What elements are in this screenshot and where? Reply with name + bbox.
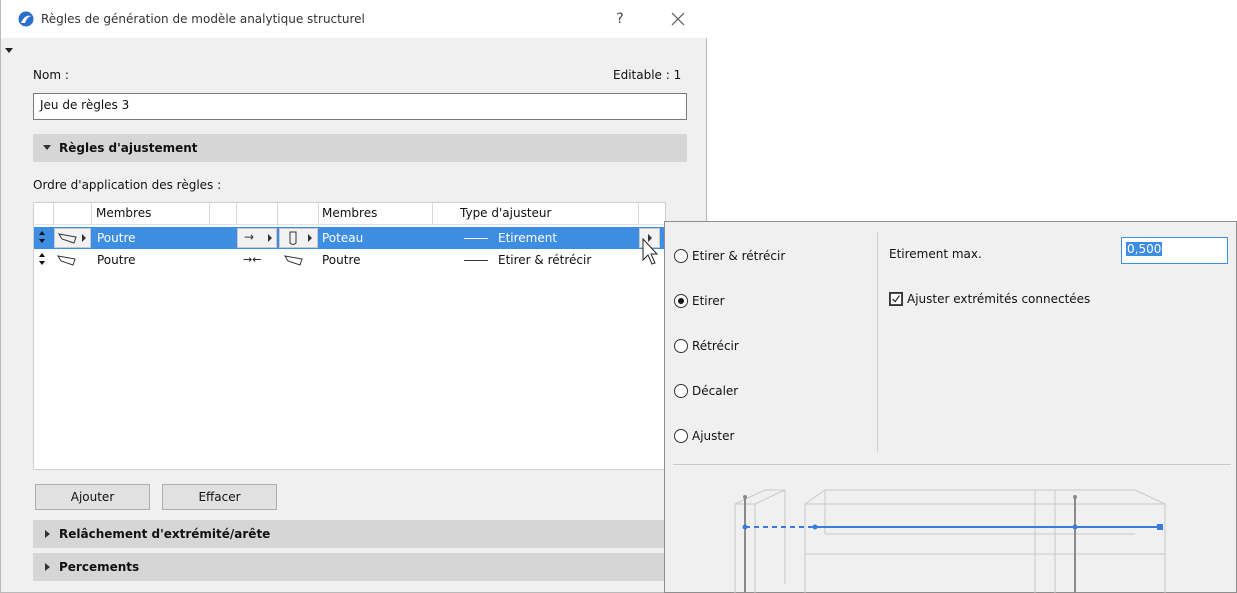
line-style-icon bbox=[464, 238, 488, 239]
collapsed-triangle-icon bbox=[45, 530, 50, 538]
column-header-members-b[interactable]: Membres bbox=[322, 206, 377, 220]
radio-label: Décaler bbox=[692, 384, 739, 398]
line-style-icon bbox=[464, 260, 488, 261]
rules-order-label: Ordre d'application des règles : bbox=[33, 178, 222, 192]
radio-stretch-shrink[interactable]: Etirer & rétrécir bbox=[674, 248, 785, 264]
rules-table-header: Membres Membres Type d'ajusteur bbox=[34, 203, 665, 225]
section-openings[interactable]: Percements bbox=[33, 553, 687, 581]
popup-divider bbox=[877, 232, 878, 452]
beam-icon bbox=[58, 233, 77, 244]
radio-stretch[interactable]: Etirer bbox=[674, 293, 725, 309]
rules-table: Membres Membres Type d'ajusteur Poutre → bbox=[33, 202, 666, 470]
add-button[interactable]: Ajouter bbox=[35, 484, 150, 510]
radio-offset[interactable]: Décaler bbox=[674, 383, 738, 399]
member-a-picker[interactable] bbox=[54, 228, 91, 248]
column-divider bbox=[277, 203, 278, 225]
adjuster-type-cell: Etirer & rétrécir bbox=[464, 253, 591, 267]
delete-button[interactable]: Effacer bbox=[162, 484, 277, 510]
adjuster-popup: Etirer & rétrécir Etirer Rétrécir Décale… bbox=[664, 221, 1237, 593]
adjuster-type-cell: Etirement bbox=[464, 231, 557, 245]
column-divider bbox=[318, 203, 319, 225]
column-divider bbox=[209, 203, 210, 225]
adjust-connected-checkbox[interactable]: Ajuster extrémités connectées bbox=[889, 292, 1090, 306]
editable-count: Editable : 1 bbox=[613, 68, 682, 82]
radio-label: Etirer & rétrécir bbox=[692, 249, 786, 263]
direction-picker[interactable]: → bbox=[237, 228, 277, 248]
table-row[interactable]: Poutre →← Poutre Etirer & rétrécir bbox=[34, 249, 665, 271]
name-input[interactable]: Jeu de règles 3 bbox=[33, 93, 687, 120]
checkbox-checked-icon bbox=[889, 292, 903, 306]
column-divider bbox=[638, 203, 639, 225]
beam-icon bbox=[57, 255, 76, 266]
help-button[interactable]: ? bbox=[607, 9, 633, 29]
dropdown-arrow-icon bbox=[82, 234, 86, 242]
window-title: Règles de génération de modèle analytiqu… bbox=[41, 12, 365, 26]
mouse-cursor-icon bbox=[642, 238, 658, 265]
name-label: Nom : bbox=[33, 68, 69, 82]
column-icon bbox=[289, 231, 297, 245]
drag-handle-icon[interactable] bbox=[38, 230, 46, 244]
radio-adjust[interactable]: Ajuster bbox=[674, 428, 734, 444]
drag-handle-icon[interactable] bbox=[38, 252, 46, 266]
adjuster-type-name: Etirer & rétrécir bbox=[498, 253, 592, 267]
section-openings-title: Percements bbox=[59, 560, 140, 574]
radio-circle-icon bbox=[674, 294, 688, 308]
expanded-triangle-icon bbox=[43, 145, 51, 150]
preview-members bbox=[742, 495, 1163, 593]
column-divider bbox=[91, 203, 92, 225]
dialog-window: Règles de génération de modèle analytiqu… bbox=[0, 0, 707, 593]
section-adjust-rules-title: Règles d'ajustement bbox=[59, 141, 198, 155]
radio-circle-icon bbox=[674, 429, 688, 443]
table-row-selected[interactable]: Poutre → Poteau Etirement bbox=[34, 227, 665, 249]
column-divider bbox=[236, 203, 237, 225]
adjuster-type-name: Etirement bbox=[498, 231, 558, 245]
collapse-marker-icon bbox=[5, 48, 13, 53]
radio-circle-icon bbox=[674, 249, 688, 263]
max-stretch-input[interactable]: 0,500 bbox=[1121, 237, 1228, 264]
member-b-name: Poutre bbox=[322, 253, 361, 267]
max-stretch-label: Etirement max. bbox=[889, 247, 982, 261]
arrow-right-icon: → bbox=[244, 230, 255, 244]
arrows-converge-icon: →← bbox=[243, 253, 262, 266]
radio-label: Rétrécir bbox=[692, 339, 739, 353]
column-header-adjuster-type[interactable]: Type d'ajusteur bbox=[460, 206, 551, 220]
adjustment-preview-diagram bbox=[734, 489, 1166, 593]
section-end-release-title: Relâchement d'extrémité/arête bbox=[59, 527, 271, 541]
member-b-name: Poteau bbox=[322, 231, 364, 245]
collapsed-triangle-icon bbox=[45, 563, 50, 571]
preview-wireframe bbox=[734, 489, 1166, 593]
radio-label: Etirer bbox=[692, 294, 725, 308]
beam-icon bbox=[284, 255, 303, 266]
member-a-name: Poutre bbox=[97, 253, 136, 267]
adjust-connected-label: Ajuster extrémités connectées bbox=[907, 292, 1091, 306]
radio-selected-dot bbox=[678, 298, 684, 304]
title-bar: Règles de génération de modèle analytiqu… bbox=[1, 0, 707, 38]
column-header-members-a[interactable]: Membres bbox=[96, 206, 151, 220]
column-divider bbox=[53, 203, 54, 225]
section-end-release[interactable]: Relâchement d'extrémité/arête bbox=[33, 520, 687, 548]
radio-label: Ajuster bbox=[692, 429, 735, 443]
radio-circle-icon bbox=[674, 384, 688, 398]
radio-circle-icon bbox=[674, 339, 688, 353]
dropdown-arrow-icon bbox=[308, 234, 312, 242]
popup-horizontal-divider bbox=[673, 464, 1231, 465]
app-logo-icon bbox=[18, 11, 34, 27]
radio-shrink[interactable]: Rétrécir bbox=[674, 338, 739, 354]
member-b-picker[interactable] bbox=[279, 228, 318, 248]
dropdown-arrow-icon bbox=[268, 234, 272, 242]
section-adjust-rules[interactable]: Règles d'ajustement bbox=[33, 134, 687, 162]
member-a-name: Poutre bbox=[97, 231, 136, 245]
max-stretch-value: 0,500 bbox=[1126, 242, 1163, 256]
close-icon[interactable] bbox=[665, 8, 691, 30]
column-divider bbox=[432, 203, 433, 225]
